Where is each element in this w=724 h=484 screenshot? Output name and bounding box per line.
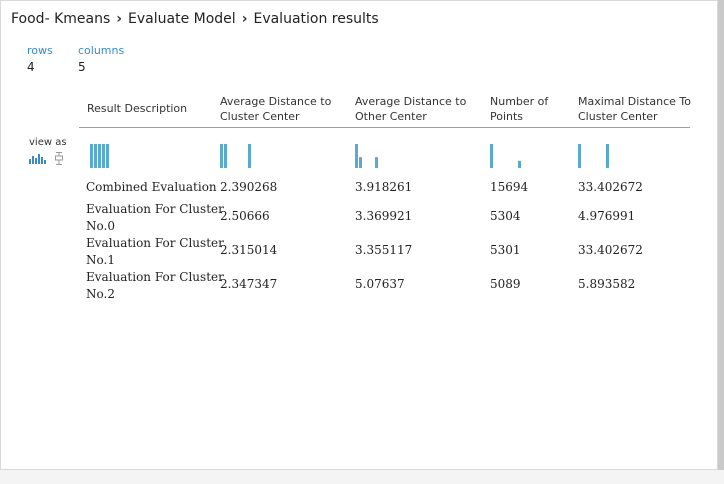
histogram-bar	[490, 144, 493, 168]
number-of-points-cell[interactable]: 5301	[490, 242, 521, 259]
histogram-bar	[220, 144, 223, 168]
maximal-distance-cell[interactable]: 33.402672	[578, 179, 643, 196]
background-window-edge	[718, 0, 724, 470]
maximal-distance-cell[interactable]: 5.893582	[578, 276, 635, 293]
histogram-icon[interactable]	[29, 152, 47, 164]
histogram-bar	[578, 144, 581, 168]
avg-distance-other-center-histogram[interactable]	[355, 144, 445, 170]
number-of-points-cell[interactable]: 5089	[490, 276, 521, 293]
histogram-bar	[94, 144, 97, 168]
evaluation-results-window: Food- Kmeans › Evaluate Model › Evaluation r…	[0, 0, 718, 470]
row-description[interactable]: Combined Evaluation	[86, 179, 217, 196]
histogram-bar	[102, 144, 105, 168]
maximal-distance-cell[interactable]: 4.976991	[578, 208, 635, 225]
columns-count: 5	[78, 60, 86, 74]
view-as-label: view as	[29, 137, 67, 148]
breadcrumb: Food- Kmeans › Evaluate Model › Evaluation r…	[11, 11, 379, 27]
avg-distance-cluster-center-cell[interactable]: 2.390268	[220, 179, 277, 196]
histogram-bar	[375, 157, 378, 168]
breadcrumb-item-experiment[interactable]: Food- Kmeans	[11, 11, 110, 27]
result-description-histogram[interactable]	[90, 144, 180, 170]
header-divider	[79, 127, 690, 128]
histogram-bar	[606, 144, 609, 168]
rows-count: 4	[27, 60, 35, 74]
avg-distance-other-center-cell[interactable]: 3.369921	[355, 208, 412, 225]
avg-distance-cluster-center-cell[interactable]: 2.50666	[220, 208, 270, 225]
avg-distance-cluster-center-cell[interactable]: 2.315014	[220, 242, 277, 259]
avg-distance-other-center-cell[interactable]: 5.07637	[355, 276, 405, 293]
chevron-right-icon: ›	[241, 11, 248, 27]
histogram-bar	[518, 160, 521, 168]
column-header-maximal-distance[interactable]: Maximal Distance To Cluster Center	[578, 94, 691, 124]
maximal-distance-cell[interactable]: 33.402672	[578, 242, 643, 259]
boxplot-icon[interactable]	[54, 152, 64, 165]
row-description[interactable]: Evaluation For Cluster No.2	[86, 269, 224, 303]
background-window-strip	[0, 470, 724, 484]
histogram-bar	[355, 144, 358, 168]
number-of-points-histogram[interactable]	[490, 144, 580, 170]
maximal-distance-histogram[interactable]	[578, 144, 668, 170]
avg-distance-other-center-cell[interactable]: 3.918261	[355, 179, 412, 196]
histogram-bar	[90, 144, 93, 168]
breadcrumb-item-module[interactable]: Evaluate Model	[128, 11, 236, 27]
histogram-bar	[98, 144, 101, 168]
number-of-points-cell[interactable]: 5304	[490, 208, 521, 225]
rows-label: rows	[27, 44, 53, 57]
histogram-bar	[248, 144, 251, 168]
histogram-bar	[359, 157, 362, 168]
histogram-bar	[106, 144, 109, 168]
column-header-avg-distance-other-center[interactable]: Average Distance to Other Center	[355, 94, 466, 124]
avg-distance-other-center-cell[interactable]: 3.355117	[355, 242, 412, 259]
column-header-avg-distance-cluster-center[interactable]: Average Distance to Cluster Center	[220, 94, 331, 124]
histogram-bar	[224, 144, 227, 168]
avg-distance-cluster-center-cell[interactable]: 2.347347	[220, 276, 277, 293]
row-description[interactable]: Evaluation For Cluster No.0	[86, 201, 224, 235]
breadcrumb-item-current: Evaluation results	[253, 11, 379, 27]
column-header-number-of-points[interactable]: Number of Points	[490, 94, 548, 124]
row-description[interactable]: Evaluation For Cluster No.1	[86, 235, 224, 269]
columns-label: columns	[78, 44, 125, 57]
column-header-result-description[interactable]: Result Description	[87, 101, 187, 116]
chevron-right-icon: ›	[116, 11, 123, 27]
avg-distance-cluster-center-histogram[interactable]	[220, 144, 310, 170]
number-of-points-cell[interactable]: 15694	[490, 179, 528, 196]
